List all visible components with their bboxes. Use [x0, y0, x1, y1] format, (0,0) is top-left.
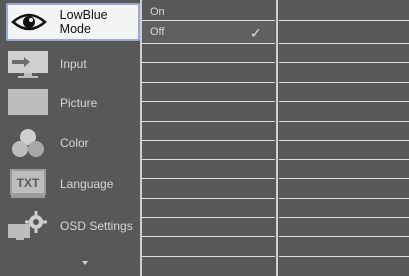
menu-item-label: Color	[60, 136, 89, 150]
row-divider	[142, 20, 275, 21]
row-divider	[142, 217, 275, 218]
row-divider	[279, 159, 409, 160]
menu-item-label: Picture	[60, 96, 98, 110]
picture-icon	[6, 86, 50, 120]
language-icon: TXT	[6, 167, 50, 201]
color-icon	[6, 126, 50, 160]
row-divider	[279, 198, 409, 199]
row-divider	[142, 198, 275, 199]
row-divider	[142, 43, 275, 44]
menu-item-lowblue-mode[interactable]: LowBlue Mode	[6, 3, 140, 41]
row-divider	[279, 20, 409, 21]
menu-item-label: Input	[60, 57, 87, 71]
menu-item-label: LowBlue Mode	[59, 8, 108, 36]
input-icon	[6, 47, 50, 81]
osd-settings-icon	[6, 209, 50, 243]
menu-item-picture[interactable]: Picture	[6, 84, 138, 122]
row-divider	[279, 62, 409, 63]
column-separator	[276, 0, 278, 276]
language-icon-text: TXT	[17, 176, 40, 190]
menu-item-input[interactable]: Input	[6, 45, 138, 83]
row-divider	[279, 43, 409, 44]
row-divider	[279, 140, 409, 141]
row-divider	[142, 62, 275, 63]
menu-item-color[interactable]: Color	[6, 124, 138, 162]
row-divider	[142, 236, 275, 237]
menu-item-label: Language	[60, 177, 114, 191]
row-divider	[279, 178, 409, 179]
row-divider	[142, 178, 275, 179]
option-off[interactable]: Off	[150, 26, 164, 38]
menu-item-label: OSD Settings	[60, 219, 133, 233]
row-divider	[142, 256, 275, 257]
row-divider	[279, 121, 409, 122]
row-divider	[142, 121, 275, 122]
menu-item-osd-settings[interactable]: OSD Settings	[6, 207, 138, 245]
row-divider	[142, 159, 275, 160]
row-divider	[142, 140, 275, 141]
eye-icon	[8, 5, 50, 39]
row-divider	[279, 217, 409, 218]
option-on[interactable]: On	[150, 6, 165, 18]
row-divider	[142, 82, 275, 83]
row-divider	[279, 101, 409, 102]
osd-menu: LowBlue Mode Input Picture Color TXT Lan…	[0, 0, 409, 276]
check-icon: ✓	[250, 25, 262, 41]
chevron-down-icon[interactable]	[82, 261, 88, 265]
menu-item-language[interactable]: TXT Language	[6, 165, 138, 203]
main-menu: LowBlue Mode Input Picture Color TXT Lan…	[0, 0, 140, 276]
row-divider	[279, 236, 409, 237]
row-divider	[279, 256, 409, 257]
row-divider	[279, 82, 409, 83]
row-divider	[142, 101, 275, 102]
